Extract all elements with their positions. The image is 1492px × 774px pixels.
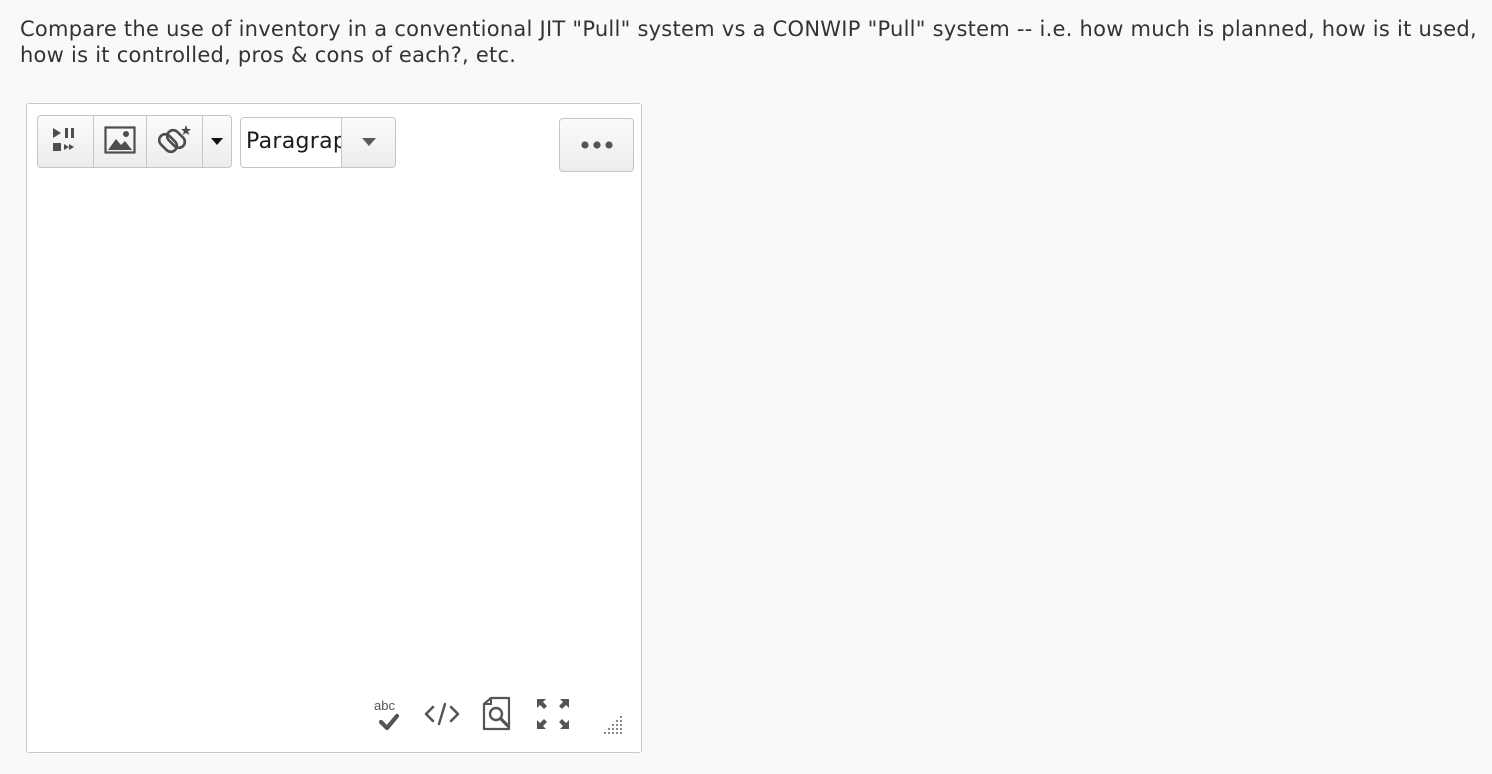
preview-button[interactable] <box>481 696 515 736</box>
toolbar-button-group <box>37 115 232 168</box>
spellcheck-icon: abc <box>373 698 403 733</box>
resize-handle[interactable] <box>599 710 625 736</box>
source-code-button[interactable] <box>423 698 461 734</box>
editor-content-area[interactable] <box>37 184 631 684</box>
source-code-icon <box>424 701 460 731</box>
resize-handle-icon <box>599 716 625 740</box>
toolbar-more-dropdown-button[interactable] <box>203 116 231 167</box>
rich-text-editor: Paragraph abc <box>26 103 642 753</box>
insert-media-button[interactable] <box>38 116 94 167</box>
spellcheck-button[interactable]: abc <box>373 698 403 734</box>
editor-statusbar: abc <box>367 696 637 742</box>
fullscreen-icon <box>535 697 571 735</box>
caret-down-icon <box>210 132 224 151</box>
caret-down-icon <box>360 133 378 152</box>
format-select-value: Paragraph <box>246 129 341 154</box>
format-select-arrow[interactable] <box>341 118 395 167</box>
fullscreen-button[interactable] <box>535 698 571 734</box>
question-text: Compare the use of inventory in a conven… <box>20 17 1477 67</box>
ellipsis-icon <box>579 136 615 155</box>
more-options-button[interactable] <box>559 118 634 172</box>
format-select[interactable]: Paragraph <box>240 117 396 168</box>
image-icon <box>104 125 136 158</box>
insert-image-button[interactable] <box>94 116 147 167</box>
link-icon <box>157 123 192 161</box>
preview-icon <box>481 696 515 736</box>
insert-link-button[interactable] <box>147 116 203 167</box>
media-player-icon <box>51 126 81 158</box>
